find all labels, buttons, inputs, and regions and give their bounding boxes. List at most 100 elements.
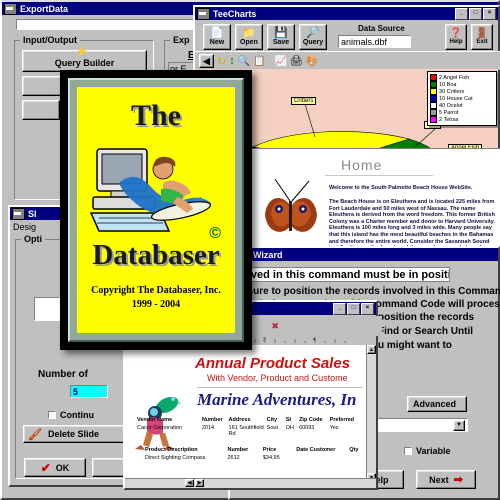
delete-slide-button[interactable]: 🖌 Delete Slide (23, 425, 128, 443)
slide-options-label: Opti (21, 234, 45, 244)
legend-item: 10 Boa (430, 81, 494, 88)
minimize-button[interactable]: _ (455, 7, 468, 20)
save-button[interactable]: 💾 Save (267, 24, 295, 50)
variable-label: Variable (416, 446, 451, 456)
variable-checkbox-row[interactable]: Variable (404, 446, 451, 456)
continuous-checkbox-row[interactable]: Continu (48, 410, 94, 420)
td-st: OH (285, 425, 294, 431)
number-of-input[interactable]: 5 (70, 385, 108, 398)
legend-item: 40 Ocelot (430, 102, 494, 109)
scroll-left-button[interactable]: ◀ (185, 479, 194, 487)
product-table: Product Description Number Price Date Cu… (145, 447, 363, 461)
new-button[interactable]: 📄 New (203, 24, 231, 50)
chevron-down-icon[interactable]: ▼ (453, 419, 465, 431)
report-page[interactable]: Annual Product Sales With Vendor, Produc… (125, 345, 369, 482)
query-button[interactable]: 🔎 Query (299, 24, 327, 50)
browser-divider (323, 175, 433, 176)
query-label: Query (302, 39, 324, 46)
legend-swatch-critters (430, 88, 437, 95)
wizard-body-line-1: Be sure to position the records involved… (232, 286, 500, 297)
wizard-dropdown[interactable]: ▼ (368, 418, 468, 432)
report-maximize-button[interactable]: □ (347, 302, 360, 315)
variable-checkbox[interactable] (404, 447, 412, 455)
svg-text:3: 3 (263, 337, 266, 343)
report-vscrollbar[interactable]: ▲ ▼ (366, 345, 376, 482)
data-source-input[interactable]: animals.dbf (338, 35, 411, 48)
legend-item: 5 Parrot (430, 109, 494, 116)
splash-window[interactable]: The Databaser © Copyright The Databaser,… (60, 70, 252, 350)
report-vendor-title: Marine Adventures, In (197, 390, 357, 409)
help-button[interactable]: ❓ Help (445, 24, 467, 50)
vendor-table: Vendor Name Number Address City St Zip C… (137, 417, 362, 437)
wizard-titlebar[interactable]: aser Wizard (230, 248, 498, 261)
updown-arrow-icon[interactable]: ↕ (229, 55, 235, 67)
td-price: $34.95 (262, 455, 280, 461)
butterfly-image (257, 171, 325, 251)
save-label: Save (272, 39, 290, 46)
open-button[interactable]: 📁 Open (235, 24, 263, 50)
new-label: New (209, 39, 225, 46)
help-icon: ❓ (449, 28, 463, 39)
right-arrow-icon: ➡ (453, 474, 463, 486)
legend-item: 2 Tetras (430, 116, 494, 123)
th-number: Number (201, 417, 223, 423)
browser-window[interactable]: Home Welcome to the South Palmetto Beach… (250, 148, 500, 255)
legend-label: 30 Critters (439, 88, 465, 95)
back-arrow-icon[interactable]: ◀ (199, 54, 214, 68)
splash-the-text: The (130, 99, 182, 132)
td-zip: 60093 (299, 425, 315, 431)
report-hscrollbar[interactable]: ◀ ▶ (125, 478, 376, 488)
chart-edit-icon[interactable]: 📈 (275, 56, 287, 67)
copy-icon[interactable]: 📋 (253, 56, 265, 67)
ok-button[interactable]: ✔ OK (24, 458, 86, 477)
report-minimize-button[interactable]: _ (333, 302, 346, 315)
scroll-up-button[interactable]: ▲ (367, 345, 376, 354)
legend-label: 5 Parrot (439, 109, 459, 116)
table-row: Direct Sighting Compass 2612 $34.95 (145, 455, 363, 461)
table-header-row: Product Description Number Price Date Cu… (145, 447, 363, 453)
io-button-3[interactable] (22, 100, 60, 120)
teecharts-titlebar[interactable]: TeeCharts _ □ × (195, 7, 498, 20)
query-builder-button[interactable]: ⚡ Query Builder (22, 46, 147, 72)
teecharts-title: TeeCharts (213, 8, 257, 19)
splash-years: 1999 - 2004 (131, 299, 181, 310)
next-button[interactable]: Next ➡ (416, 470, 476, 489)
open-label: Open (240, 39, 258, 46)
th-product-number: Number (227, 447, 249, 453)
browser-page-title: Home (341, 157, 383, 173)
palette-icon[interactable]: 🎨 (306, 56, 318, 67)
maximize-button[interactable]: □ (469, 7, 482, 20)
data-source-value: animals.dbf (341, 37, 388, 47)
legend-label: 10 House Cat (439, 95, 473, 102)
zoom-icon[interactable]: 🔍 (238, 56, 250, 67)
help-label: Help (449, 39, 463, 45)
chart-legend: 2 Angel Fish 10 Boa 30 Critters 10 House… (427, 71, 497, 126)
wizard-right-line-2: Find or Search Until (378, 326, 474, 337)
th-date-customer: Date Customer (296, 447, 336, 453)
rotate-icon[interactable]: ↻ (217, 55, 226, 68)
legend-swatch-boa (430, 81, 437, 88)
splash-content: The Databaser © Copyright The Databaser,… (77, 87, 235, 333)
report-close-button[interactable]: × (361, 302, 374, 315)
report-title-text: Annual Product Sales (195, 355, 351, 372)
design-menu[interactable]: Desig (13, 222, 36, 232)
exit-button[interactable]: 🚪 Exit (471, 24, 493, 50)
app-icon (4, 2, 17, 15)
exit-door-icon: 🚪 (475, 28, 489, 39)
td-date-customer (296, 455, 349, 461)
slide-small-field[interactable] (34, 297, 60, 321)
query-icon: 🔎 (306, 27, 320, 39)
stop-icon[interactable]: ✖ (271, 321, 279, 332)
save-disk-icon: 💾 (274, 27, 288, 39)
wizard-right-line-3: u might want to (378, 340, 452, 351)
continuous-checkbox[interactable] (48, 411, 56, 419)
browser-intro: Welcome to the South Palmetto Beach Hous… (329, 185, 473, 191)
wizard-command-field[interactable]: volved in this command must be in positi… (232, 267, 450, 282)
close-button[interactable]: × (483, 7, 496, 20)
scroll-right-button[interactable]: ▶ (195, 479, 204, 487)
th-st: St (285, 417, 292, 423)
slide-menubar[interactable]: Desig (13, 222, 36, 232)
input-output-label: Input/Output (20, 35, 80, 45)
print-icon[interactable]: 🖨 (290, 56, 303, 67)
teecharts-toolbar: 📄 New 📁 Open 💾 Save 🔎 Query Data Source … (195, 22, 498, 52)
